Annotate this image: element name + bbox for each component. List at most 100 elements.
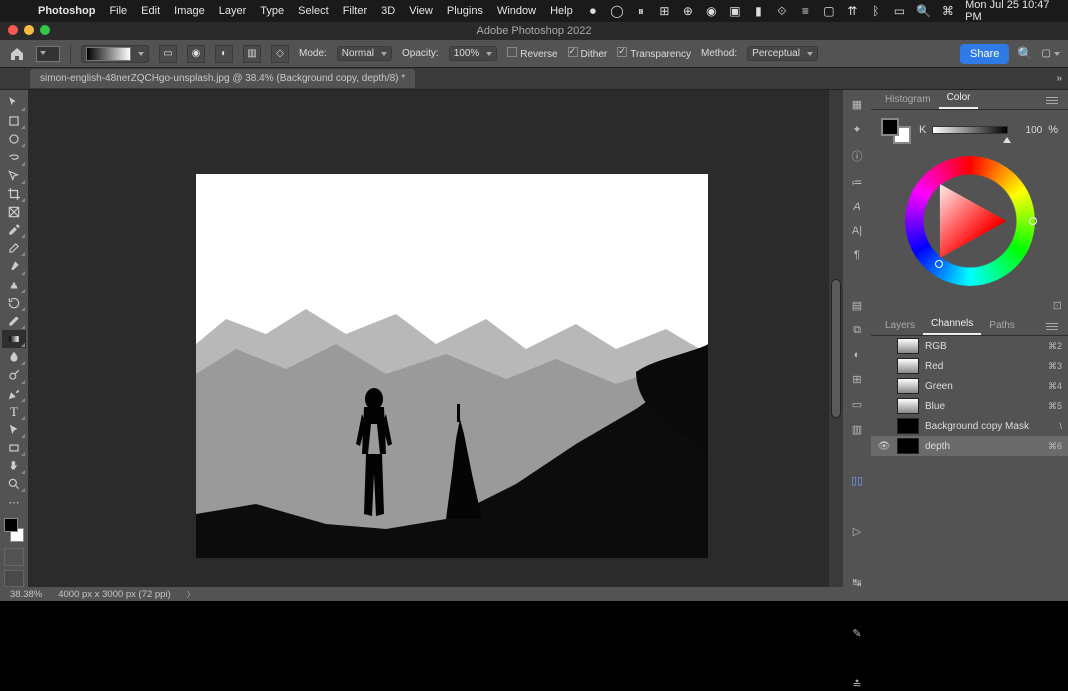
document-canvas[interactable] — [196, 174, 708, 558]
reverse-checkbox[interactable]: Reverse — [507, 47, 557, 60]
color-wheel[interactable] — [905, 156, 1035, 286]
channel-row-red[interactable]: Red⌘3 — [871, 356, 1068, 376]
menu-image[interactable]: Image — [174, 5, 205, 17]
k-value[interactable]: 100 — [1014, 125, 1042, 136]
gradient-type-diamond[interactable]: ◇ — [271, 45, 289, 63]
channel-row-green[interactable]: Green⌘4 — [871, 376, 1068, 396]
color-fgbg-swatch[interactable] — [881, 118, 911, 144]
dock-libraries-icon[interactable]: ▤ — [847, 299, 867, 312]
share-button[interactable]: Share — [960, 44, 1009, 64]
move-tool[interactable] — [2, 94, 26, 112]
menu-view[interactable]: View — [409, 5, 433, 17]
canvas-area[interactable] — [28, 90, 843, 587]
lasso-tool[interactable] — [2, 148, 26, 166]
opacity-field[interactable]: 100% — [449, 46, 498, 61]
close-window-button[interactable] — [8, 25, 18, 35]
menu-help[interactable]: Help — [550, 5, 573, 17]
vertical-scrollbar[interactable] — [829, 90, 843, 587]
foreground-background-colors[interactable] — [2, 516, 26, 545]
artboard-tool[interactable] — [2, 112, 26, 130]
eyedropper-tool[interactable] — [2, 221, 26, 239]
menu-select[interactable]: Select — [298, 5, 329, 17]
status-control-center-icon[interactable]: ⌘ — [942, 4, 955, 18]
gradient-type-reflected[interactable]: ▥ — [243, 45, 261, 63]
gradient-tool[interactable] — [2, 330, 26, 348]
rectangle-tool[interactable] — [2, 439, 26, 457]
clone-stamp-tool[interactable] — [2, 276, 26, 294]
menu-clock[interactable]: Mon Jul 25 10:47 PM — [965, 0, 1058, 23]
healing-brush-tool[interactable] — [2, 239, 26, 257]
gradient-type-linear[interactable]: ▭ — [159, 45, 177, 63]
workspace-switcher-icon[interactable]: ▢ — [1042, 48, 1060, 59]
brush-tool[interactable] — [2, 257, 26, 275]
channel-row-blue[interactable]: Blue⌘5 — [871, 396, 1068, 416]
menu-type[interactable]: Type — [260, 5, 284, 17]
pen-tool[interactable] — [2, 385, 26, 403]
color-panel-menu-icon[interactable] — [1046, 95, 1062, 109]
dock-navigator-icon[interactable]: ▭ — [847, 398, 867, 411]
k-slider[interactable] — [932, 126, 1008, 134]
menu-file[interactable]: File — [109, 5, 127, 17]
menu-filter[interactable]: Filter — [343, 5, 367, 17]
status-flyout-icon[interactable]: 〉 — [187, 589, 195, 600]
dodge-tool[interactable] — [2, 366, 26, 384]
tab-paths[interactable]: Paths — [981, 316, 1023, 335]
dock-brushes-icon[interactable]: ✦ — [847, 123, 867, 136]
tab-color[interactable]: Color — [939, 88, 979, 109]
status-pause-icon[interactable]: ⏸ — [635, 4, 648, 18]
edit-toolbar-button[interactable]: ⋯ — [2, 493, 26, 511]
gradient-picker[interactable] — [81, 45, 149, 63]
zoom-level[interactable]: 38.38% — [10, 589, 42, 600]
tab-channels[interactable]: Channels — [923, 314, 981, 335]
dock-clone-source-icon[interactable]: ⧉ — [847, 324, 867, 337]
dock-comments-icon[interactable]: ≛ — [847, 678, 867, 691]
status-record-icon[interactable]: ⏺ — [587, 4, 600, 18]
dock-properties-icon[interactable]: ≔ — [847, 176, 867, 189]
dock-measure-icon[interactable]: ✎ — [847, 627, 867, 640]
dock-history-icon[interactable]: ▥ — [847, 423, 867, 436]
channels-panel-menu-icon[interactable] — [1046, 321, 1062, 335]
screen-mode-button[interactable] — [4, 570, 24, 587]
dock-paragraph-icon[interactable]: ¶ — [847, 249, 867, 261]
zoom-tool[interactable] — [2, 475, 26, 493]
status-bluetooth-icon[interactable]: ᛒ — [870, 4, 883, 18]
method-dropdown[interactable]: Perceptual — [747, 46, 818, 61]
status-grid-icon[interactable]: ⊞ — [658, 4, 671, 18]
hand-tool[interactable] — [2, 457, 26, 475]
channel-row-mask[interactable]: Background copy Mask\ — [871, 416, 1068, 436]
status-globe-icon[interactable]: ⊕ — [682, 4, 695, 18]
marquee-tool[interactable] — [2, 130, 26, 148]
home-button[interactable] — [8, 45, 26, 63]
status-window-icon[interactable]: ▣ — [729, 4, 742, 18]
dither-checkbox[interactable]: Dither — [568, 47, 608, 60]
quick-mask-mode-button[interactable] — [4, 548, 24, 565]
gradient-type-angle[interactable]: ◐ — [215, 45, 233, 63]
menu-plugins[interactable]: Plugins — [447, 5, 483, 17]
menu-window[interactable]: Window — [497, 5, 536, 17]
apple-menu-icon[interactable] — [10, 4, 24, 18]
crop-tool[interactable] — [2, 185, 26, 203]
status-camera-icon[interactable]: ◉ — [705, 4, 718, 18]
history-brush-tool[interactable] — [2, 294, 26, 312]
menu-3d[interactable]: 3D — [381, 5, 395, 17]
channel-row-depth[interactable]: 👁depth⌘6 — [871, 436, 1068, 456]
dock-character-icon[interactable]: A — [847, 201, 867, 213]
dock-timeline-icon[interactable]: ↹ — [847, 576, 867, 589]
status-tv-icon[interactable]: ▢ — [823, 4, 836, 18]
status-bars-icon[interactable]: ≡ — [799, 4, 812, 18]
dock-column-icon[interactable]: ▯▯ — [847, 474, 867, 487]
search-icon[interactable]: 🔍 — [1017, 46, 1033, 62]
type-tool[interactable]: T — [2, 403, 26, 421]
menu-layer[interactable]: Layer — [219, 5, 247, 17]
dock-info-icon[interactable]: ⓘ — [847, 148, 867, 164]
tab-histogram[interactable]: Histogram — [877, 90, 939, 109]
frame-tool[interactable] — [2, 203, 26, 221]
status-bookmark-icon[interactable]: ▮ — [752, 4, 765, 18]
dock-glyphs-icon[interactable]: A| — [847, 225, 867, 237]
minimize-window-button[interactable] — [24, 25, 34, 35]
tool-preset-picker[interactable] — [36, 46, 60, 62]
menu-edit[interactable]: Edit — [141, 5, 160, 17]
dock-swatches-icon[interactable]: ▦ — [847, 98, 867, 111]
status-cast-icon[interactable]: ⟐ — [776, 4, 789, 18]
dock-adjustments-icon[interactable]: ◐ — [847, 349, 867, 361]
